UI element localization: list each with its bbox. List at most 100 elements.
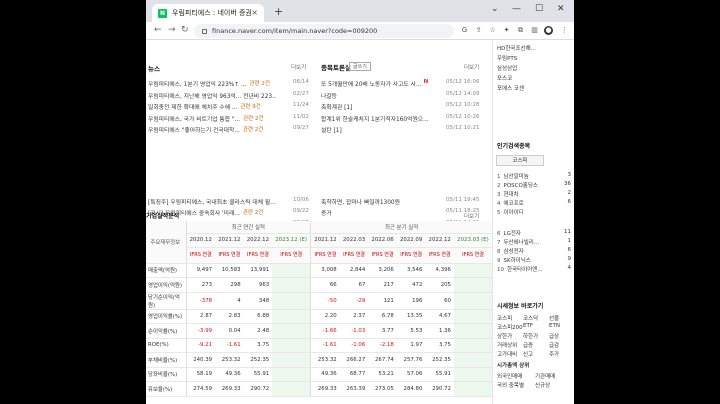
news-related[interactable]: 관련 2건 [250, 79, 270, 89]
maximize-icon[interactable]: ☐ [535, 4, 543, 14]
board-item[interactable]: 나갈등 05/12 14:09 [321, 91, 491, 101]
finance-cell [453, 381, 492, 397]
kebab-menu-icon[interactable]: ⋮ [560, 26, 569, 35]
news-title[interactable]: 일회충전 제한 확대에 체치주 수혜 ... [148, 102, 237, 112]
popular-item[interactable]: 5 이아이디 [497, 208, 571, 216]
stock-name[interactable]: SK하이닉스 [504, 258, 531, 264]
market-link[interactable]: ETF [523, 323, 533, 329]
board-write-button[interactable]: 글쓰기 [349, 62, 371, 71]
finance-more-link[interactable]: 더보기 [464, 212, 479, 220]
stock-name[interactable]: 삼성전자 [504, 249, 524, 255]
recent-item[interactable]: 포에스 코센 [497, 84, 524, 92]
market-link[interactable]: 급감 [549, 341, 559, 349]
stock-name[interactable]: LG전자 [504, 231, 521, 237]
sidepanel-icon[interactable]: ▥ [530, 26, 539, 35]
google-lens-icon[interactable]: G [460, 26, 469, 35]
market-link[interactable]: ETN [549, 323, 560, 329]
board-title[interactable]: 합계1위 한솔케치지 1분기적자160억원으... [321, 114, 429, 124]
news-item[interactable]: 우림피티에스, 1분기 영업익 223%↑ ... 관련 2건 06/14 [148, 79, 318, 89]
market-link[interactable]: 코스피200 [497, 323, 523, 331]
share-icon[interactable]: ⇪ [474, 26, 483, 35]
close-window-icon[interactable]: ✕ [557, 4, 565, 14]
stock-name[interactable]: 두산에너빌리... [504, 240, 540, 246]
news-related[interactable]: 관련 9건 [240, 102, 260, 112]
tab-search-chevron-icon[interactable]: ⌄ [491, 4, 499, 14]
popular-item[interactable]: 6 LG전자 11 [497, 229, 571, 237]
popular-item[interactable]: 2 POSCO홀딩스 36 [497, 181, 571, 189]
news-title[interactable]: 우림피티에스, 지난해 영업익 963억... 전년비 223... [148, 91, 276, 101]
news-related[interactable]: 관련 2건 [243, 125, 263, 135]
news-related[interactable]: 관련 2건 [243, 114, 263, 124]
news-item[interactable]: 우림피티에스, 지난해 영업익 963억... 전년비 223... 02/27 [148, 91, 318, 101]
address-bar[interactable]: finance.naver.com/item/main.naver?code=0… [194, 24, 454, 38]
board-title[interactable]: 축학하면, 잡마나 빠질까1300원 [321, 197, 400, 207]
market-link[interactable]: 주가 [549, 350, 559, 358]
new-tab-button[interactable]: + [274, 5, 283, 18]
market-link[interactable]: 신규상 [535, 381, 550, 389]
market-link[interactable]: 고가대비 [497, 350, 517, 358]
news-item[interactable]: [특징주] 우림피티에스, 국내최초 클라스틱 대체 월... 10/06 [148, 197, 318, 207]
board-title[interactable]: 나갈등 [321, 91, 337, 101]
board-title[interactable]: 또 5개월만에 20배 노동자가 사고도 사... [321, 79, 421, 89]
back-icon[interactable]: ← [154, 25, 162, 35]
news-item[interactable]: 우림피티에스, 국가 비트기업 통합 "... 관련 2건 11/02 [148, 114, 318, 124]
market-link[interactable]: 급상 [549, 332, 559, 340]
board-title[interactable]: 설탄 [1] [321, 125, 342, 135]
extensions-puzzle-icon[interactable]: ⧉ [516, 26, 525, 35]
popular-item[interactable]: 9 SK하이닉스 9 [497, 256, 571, 264]
news-item[interactable]: 일회충전 제한 확대에 체치주 수혜 ... 관련 9건 11/24 [148, 102, 318, 112]
recent-item[interactable]: 삼성상업 [497, 64, 517, 72]
finance-cell: 196 [396, 292, 426, 310]
market-link[interactable]: 상한가 [497, 332, 512, 340]
stock-name[interactable]: 현대차 [504, 192, 519, 198]
extension-icon[interactable]: ✦ [502, 26, 511, 35]
profile-avatar-icon[interactable]: ● [544, 26, 553, 35]
market-link[interactable]: 코스피 [497, 314, 512, 322]
market-link[interactable]: 기관매매 [535, 372, 555, 380]
news-title[interactable]: 우림피티에스, 국가 비트기업 통합 "... [148, 114, 240, 124]
board-more-link[interactable]: 더보기 [464, 63, 479, 71]
news-title[interactable]: [특징주] 우림피티에스, 국내최초 클라스틱 대체 월... [148, 197, 276, 207]
close-tab-icon[interactable]: × [251, 8, 258, 17]
board-item[interactable]: 또 5개월만에 20배 노동자가 사고도 사... N 05/12 16:06 [321, 79, 491, 89]
market-link[interactable]: 신고 [523, 350, 533, 358]
board-item[interactable]: 합계1위 한솔케치지 1분기적자160억원으... 05/12 10:26 [321, 114, 491, 124]
news-more-link[interactable]: 더보기 [291, 63, 306, 71]
recent-item[interactable]: HD한국조선해... [497, 44, 536, 52]
market-link[interactable]: 코스닥 [523, 314, 538, 322]
popular-item[interactable]: 4 에코프로 6 [497, 199, 571, 207]
market-link[interactable]: 하한가 [523, 332, 538, 340]
recent-item[interactable]: 포스코 [497, 74, 512, 82]
popular-item[interactable]: 8 삼성전자 6 [497, 247, 571, 255]
popular-item[interactable]: 1 남선알미늄 3 [497, 172, 571, 180]
stock-name[interactable]: POSCO홀딩스 [504, 183, 539, 189]
news-item[interactable]: 우림피티에스 "좋아하는기 건국대학... 관련 2건 09/27 [148, 125, 318, 135]
board-title[interactable]: 증거 [321, 208, 332, 218]
popular-item[interactable]: 7 두산에너빌리... 1 [497, 238, 571, 246]
stock-name[interactable]: 한국타이어앤... [507, 267, 543, 273]
bookmark-star-icon[interactable]: ☆ [488, 26, 497, 35]
popular-item[interactable]: 10 한국타이어앤... 4 [497, 265, 571, 273]
browser-tab[interactable]: N 우림피티에스 : 네이버 증권 × [152, 4, 264, 22]
stock-name[interactable]: 에코프로 [504, 201, 524, 207]
forward-icon[interactable]: → [168, 25, 176, 35]
market-link[interactable]: 거래상위 [497, 341, 517, 349]
market-link[interactable]: 급증 [523, 341, 533, 349]
stock-name[interactable]: 이아이디 [504, 210, 524, 216]
popular-tab-kospi[interactable]: 코스피 [496, 155, 544, 166]
board-item[interactable]: 축확계관 [1] 05/12 10:28 [321, 102, 491, 112]
market-link[interactable]: 국외 중목별 [497, 381, 524, 389]
recent-item[interactable]: 우림PTS [497, 54, 517, 62]
popular-item[interactable]: 3 현대차 2 [497, 190, 571, 198]
stock-name[interactable]: 남선알미늄 [504, 174, 529, 180]
reload-icon[interactable]: ↻ [181, 25, 189, 35]
news-related[interactable]: 관련 2건 [243, 208, 263, 218]
market-link[interactable]: 선물 [549, 314, 559, 322]
minimize-icon[interactable]: — [512, 4, 521, 14]
board-item[interactable]: 축학하면, 잡마나 빠질까1300원 05/11 19:45 [321, 197, 491, 207]
board-title[interactable]: 축확계관 [1] [321, 102, 352, 112]
market-link[interactable]: 외국인매매 [497, 372, 522, 380]
board-item[interactable]: 설탄 [1] 05/12 10:21 [321, 125, 491, 135]
news-title[interactable]: 우림피티에스 "좋아하는기 건국대학... [148, 125, 240, 135]
news-title[interactable]: 우림피티에스, 1분기 영업익 223%↑ ... [148, 79, 247, 89]
